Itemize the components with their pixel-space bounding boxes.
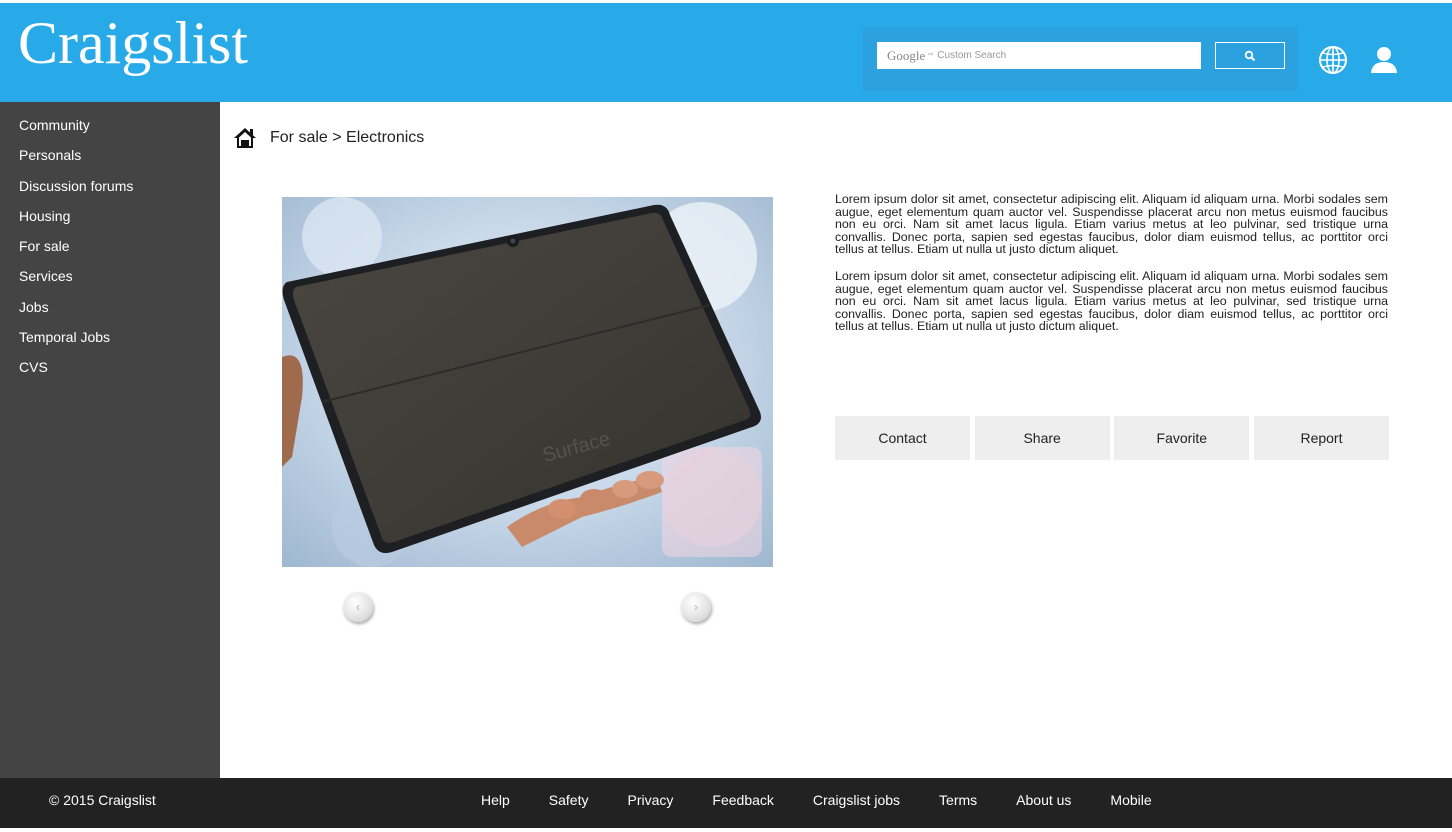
- sidebar-item-discussion-forums[interactable]: Discussion forums: [0, 175, 220, 205]
- gallery-next-button[interactable]: ›: [681, 592, 711, 622]
- description-paragraph: Lorem ipsum dolor sit amet, consectetur …: [835, 192, 1388, 257]
- gallery-prev-button[interactable]: ‹: [343, 592, 373, 622]
- copyright: © 2015 Craigslist: [49, 792, 156, 808]
- user-icon[interactable]: [1368, 45, 1400, 75]
- sidebar-item-services[interactable]: Services: [0, 265, 220, 295]
- footer-link-about-us[interactable]: About us: [1016, 778, 1071, 822]
- contact-button[interactable]: Contact: [835, 416, 970, 460]
- trademark-mark: ™: [927, 52, 934, 59]
- sidebar-item-jobs[interactable]: Jobs: [0, 296, 220, 326]
- description-paragraph: Lorem ipsum dolor sit amet, consectetur …: [835, 268, 1388, 334]
- search-button[interactable]: [1215, 42, 1285, 69]
- search-input[interactable]: Google ™ Custom Search: [877, 42, 1201, 69]
- footer-link-privacy[interactable]: Privacy: [628, 778, 674, 822]
- footer: © 2015 Craigslist Help Safety Privacy Fe…: [0, 778, 1452, 828]
- search-panel: Google ™ Custom Search: [863, 27, 1298, 91]
- product-photo: Surface: [282, 197, 773, 567]
- search-placeholder: Custom Search: [937, 50, 1007, 61]
- footer-link-help[interactable]: Help: [481, 778, 510, 822]
- action-bar: Contact Share Favorite Report: [835, 416, 1389, 460]
- report-button[interactable]: Report: [1253, 416, 1389, 460]
- footer-link-feedback[interactable]: Feedback: [712, 778, 773, 822]
- header: Craigslist Google ™ Custom Search: [0, 0, 1452, 102]
- google-brand: Google: [887, 47, 926, 63]
- sidebar-item-community[interactable]: Community: [0, 114, 220, 144]
- search-icon: [1244, 50, 1256, 61]
- footer-link-craigslist-jobs[interactable]: Craigslist jobs: [813, 778, 900, 822]
- sidebar-item-personals[interactable]: Personals: [0, 144, 220, 174]
- tablet-photo-illustration: Surface: [282, 197, 773, 567]
- sidebar-item-housing[interactable]: Housing: [0, 205, 220, 235]
- listing-description: Lorem ipsum dolor sit amet, consectetur …: [835, 193, 1388, 347]
- footer-link-safety[interactable]: Safety: [549, 778, 589, 822]
- footer-links: Help Safety Privacy Feedback Craigslist …: [481, 778, 1191, 822]
- sidebar-item-for-sale[interactable]: For sale: [0, 235, 220, 265]
- footer-link-terms[interactable]: Terms: [939, 778, 977, 822]
- bottom-strip: [0, 828, 1452, 832]
- breadcrumb-text[interactable]: For sale > Electronics: [270, 129, 424, 147]
- sidebar-item-temporal-jobs[interactable]: Temporal Jobs: [0, 326, 220, 356]
- home-icon[interactable]: [233, 127, 257, 149]
- globe-icon[interactable]: [1318, 45, 1348, 75]
- sidebar: Community Personals Discussion forums Ho…: [0, 102, 220, 778]
- site-logo[interactable]: Craigslist: [18, 13, 248, 73]
- share-button[interactable]: Share: [974, 416, 1110, 460]
- sidebar-menu: Community Personals Discussion forums Ho…: [0, 102, 220, 387]
- breadcrumb: For sale > Electronics: [233, 126, 424, 150]
- sidebar-item-cvs[interactable]: CVS: [0, 356, 220, 386]
- favorite-button[interactable]: Favorite: [1114, 416, 1250, 460]
- footer-link-mobile[interactable]: Mobile: [1110, 778, 1151, 822]
